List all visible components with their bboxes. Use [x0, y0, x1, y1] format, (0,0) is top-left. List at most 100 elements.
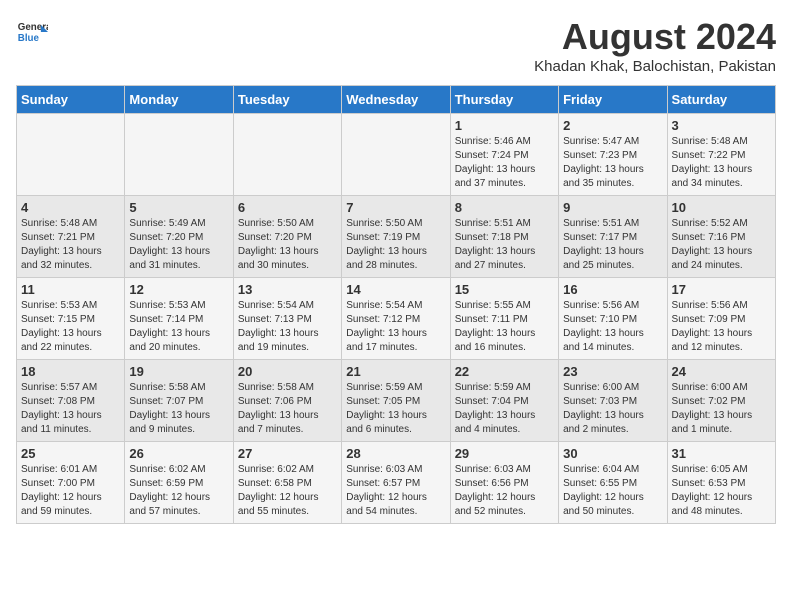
day-number: 14: [346, 282, 445, 297]
calendar-cell: 8 Sunrise: 5:51 AM Sunset: 7:18 PM Daylig…: [450, 196, 558, 278]
location-subtitle: Khadan Khak, Balochistan, Pakistan: [534, 58, 776, 75]
calendar-week-row: 18Sunrise: 5:57 AM Sunset: 7:08 PM Dayli…: [17, 360, 776, 442]
calendar-cell: 13Sunrise: 5:54 AM Sunset: 7:13 PM Dayli…: [233, 278, 341, 360]
calendar-table: SundayMondayTuesdayWednesdayThursdayFrid…: [16, 85, 776, 524]
calendar-cell: 10 Sunrise: 5:52 AM Sunset: 7:16 PM Dayli…: [667, 196, 775, 278]
calendar-cell: 19 Sunrise: 5:58 AM Sunset: 7:07 PM Dayli…: [125, 360, 233, 442]
calendar-cell: [125, 114, 233, 196]
day-number: 2: [563, 118, 662, 133]
day-number: 16: [563, 282, 662, 297]
title-block: August 2024 Khadan Khak, Balochistan, Pa…: [534, 16, 776, 75]
calendar-cell: 24 Sunrise: 6:00 AM Sunset: 7:02 PM Dayli…: [667, 360, 775, 442]
day-info: Sunrise: 6:00 AM Sunset: 7:03 PM Dayligh…: [563, 381, 662, 437]
calendar-cell: 5 Sunrise: 5:49 AM Sunset: 7:20 PM Daylig…: [125, 196, 233, 278]
day-number: 5: [129, 200, 228, 215]
calendar-week-row: 1 Sunrise: 5:46 AM Sunset: 7:24 PM Daylig…: [17, 114, 776, 196]
day-info: Sunrise: 5:48 AM Sunset: 7:21 PM Dayligh…: [21, 217, 120, 273]
calendar-cell: 26 Sunrise: 6:02 AM Sunset: 6:59 PM Dayli…: [125, 442, 233, 524]
day-info: Sunrise: 5:52 AM Sunset: 7:16 PM Dayligh…: [672, 217, 771, 273]
day-info: Sunrise: 5:46 AM Sunset: 7:24 PM Dayligh…: [455, 135, 554, 191]
day-number: 28: [346, 446, 445, 461]
day-number: 31: [672, 446, 771, 461]
day-info: Sunrise: 5:53 AM Sunset: 7:15 PM Dayligh…: [21, 299, 120, 355]
calendar-cell: 15Sunrise: 5:55 AM Sunset: 7:11 PM Dayli…: [450, 278, 558, 360]
day-number: 1: [455, 118, 554, 133]
day-number: 29: [455, 446, 554, 461]
day-info: Sunrise: 5:59 AM Sunset: 7:05 PM Dayligh…: [346, 381, 445, 437]
weekday-header-tuesday: Tuesday: [233, 86, 341, 114]
day-info: Sunrise: 5:50 AM Sunset: 7:20 PM Dayligh…: [238, 217, 337, 273]
calendar-week-row: 25 Sunrise: 6:01 AM Sunset: 7:00 PM Dayli…: [17, 442, 776, 524]
day-info: Sunrise: 6:03 AM Sunset: 6:57 PM Dayligh…: [346, 463, 445, 519]
day-info: Sunrise: 5:51 AM Sunset: 7:17 PM Dayligh…: [563, 217, 662, 273]
calendar-cell: 29Sunrise: 6:03 AM Sunset: 6:56 PM Dayli…: [450, 442, 558, 524]
calendar-cell: 2 Sunrise: 5:47 AM Sunset: 7:23 PM Daylig…: [559, 114, 667, 196]
day-info: Sunrise: 5:58 AM Sunset: 7:06 PM Dayligh…: [238, 381, 337, 437]
calendar-cell: 25 Sunrise: 6:01 AM Sunset: 7:00 PM Dayli…: [17, 442, 125, 524]
weekday-header-sunday: Sunday: [17, 86, 125, 114]
day-number: 12: [129, 282, 228, 297]
day-number: 7: [346, 200, 445, 215]
day-number: 19: [129, 364, 228, 379]
day-info: Sunrise: 5:51 AM Sunset: 7:18 PM Dayligh…: [455, 217, 554, 273]
day-number: 3: [672, 118, 771, 133]
day-number: 10: [672, 200, 771, 215]
day-number: 17: [672, 282, 771, 297]
day-number: 24: [672, 364, 771, 379]
calendar-cell: 6 Sunrise: 5:50 AM Sunset: 7:20 PM Daylig…: [233, 196, 341, 278]
day-number: 25: [21, 446, 120, 461]
day-info: Sunrise: 6:01 AM Sunset: 7:00 PM Dayligh…: [21, 463, 120, 519]
day-number: 27: [238, 446, 337, 461]
day-info: Sunrise: 5:53 AM Sunset: 7:14 PM Dayligh…: [129, 299, 228, 355]
day-number: 21: [346, 364, 445, 379]
day-number: 22: [455, 364, 554, 379]
weekday-header-thursday: Thursday: [450, 86, 558, 114]
day-info: Sunrise: 5:49 AM Sunset: 7:20 PM Dayligh…: [129, 217, 228, 273]
day-info: Sunrise: 5:56 AM Sunset: 7:10 PM Dayligh…: [563, 299, 662, 355]
calendar-cell: 27Sunrise: 6:02 AM Sunset: 6:58 PM Dayli…: [233, 442, 341, 524]
logo-icon: General Blue: [16, 16, 48, 48]
day-info: Sunrise: 5:54 AM Sunset: 7:12 PM Dayligh…: [346, 299, 445, 355]
calendar-cell: 31 Sunrise: 6:05 AM Sunset: 6:53 PM Dayli…: [667, 442, 775, 524]
day-info: Sunrise: 6:00 AM Sunset: 7:02 PM Dayligh…: [672, 381, 771, 437]
day-info: Sunrise: 5:58 AM Sunset: 7:07 PM Dayligh…: [129, 381, 228, 437]
day-number: 6: [238, 200, 337, 215]
calendar-cell: 16 Sunrise: 5:56 AM Sunset: 7:10 PM Dayli…: [559, 278, 667, 360]
calendar-cell: 3 Sunrise: 5:48 AM Sunset: 7:22 PM Daylig…: [667, 114, 775, 196]
calendar-cell: 17 Sunrise: 5:56 AM Sunset: 7:09 PM Dayli…: [667, 278, 775, 360]
calendar-cell: 21 Sunrise: 5:59 AM Sunset: 7:05 PM Dayli…: [342, 360, 450, 442]
calendar-cell: 7 Sunrise: 5:50 AM Sunset: 7:19 PM Daylig…: [342, 196, 450, 278]
calendar-cell: 28 Sunrise: 6:03 AM Sunset: 6:57 PM Dayli…: [342, 442, 450, 524]
day-number: 9: [563, 200, 662, 215]
day-info: Sunrise: 6:05 AM Sunset: 6:53 PM Dayligh…: [672, 463, 771, 519]
day-number: 4: [21, 200, 120, 215]
day-number: 18: [21, 364, 120, 379]
day-info: Sunrise: 5:55 AM Sunset: 7:11 PM Dayligh…: [455, 299, 554, 355]
weekday-header-friday: Friday: [559, 86, 667, 114]
calendar-cell: 18Sunrise: 5:57 AM Sunset: 7:08 PM Dayli…: [17, 360, 125, 442]
day-info: Sunrise: 5:50 AM Sunset: 7:19 PM Dayligh…: [346, 217, 445, 273]
day-info: Sunrise: 6:04 AM Sunset: 6:55 PM Dayligh…: [563, 463, 662, 519]
day-number: 8: [455, 200, 554, 215]
weekday-header-row: SundayMondayTuesdayWednesdayThursdayFrid…: [17, 86, 776, 114]
calendar-cell: 11 Sunrise: 5:53 AM Sunset: 7:15 PM Dayli…: [17, 278, 125, 360]
month-year-title: August 2024: [534, 16, 776, 58]
day-number: 20: [238, 364, 337, 379]
calendar-week-row: 4 Sunrise: 5:48 AM Sunset: 7:21 PM Daylig…: [17, 196, 776, 278]
day-info: Sunrise: 5:56 AM Sunset: 7:09 PM Dayligh…: [672, 299, 771, 355]
calendar-cell: 14 Sunrise: 5:54 AM Sunset: 7:12 PM Dayli…: [342, 278, 450, 360]
day-number: 13: [238, 282, 337, 297]
day-info: Sunrise: 6:02 AM Sunset: 6:59 PM Dayligh…: [129, 463, 228, 519]
calendar-cell: 20 Sunrise: 5:58 AM Sunset: 7:06 PM Dayli…: [233, 360, 341, 442]
day-info: Sunrise: 5:48 AM Sunset: 7:22 PM Dayligh…: [672, 135, 771, 191]
calendar-cell: 1 Sunrise: 5:46 AM Sunset: 7:24 PM Daylig…: [450, 114, 558, 196]
weekday-header-monday: Monday: [125, 86, 233, 114]
calendar-cell: [233, 114, 341, 196]
weekday-header-wednesday: Wednesday: [342, 86, 450, 114]
day-number: 30: [563, 446, 662, 461]
page-header: General Blue August 2024 Khadan Khak, Ba…: [16, 16, 776, 75]
day-number: 26: [129, 446, 228, 461]
day-number: 11: [21, 282, 120, 297]
day-info: Sunrise: 5:47 AM Sunset: 7:23 PM Dayligh…: [563, 135, 662, 191]
calendar-cell: 23Sunrise: 6:00 AM Sunset: 7:03 PM Dayli…: [559, 360, 667, 442]
